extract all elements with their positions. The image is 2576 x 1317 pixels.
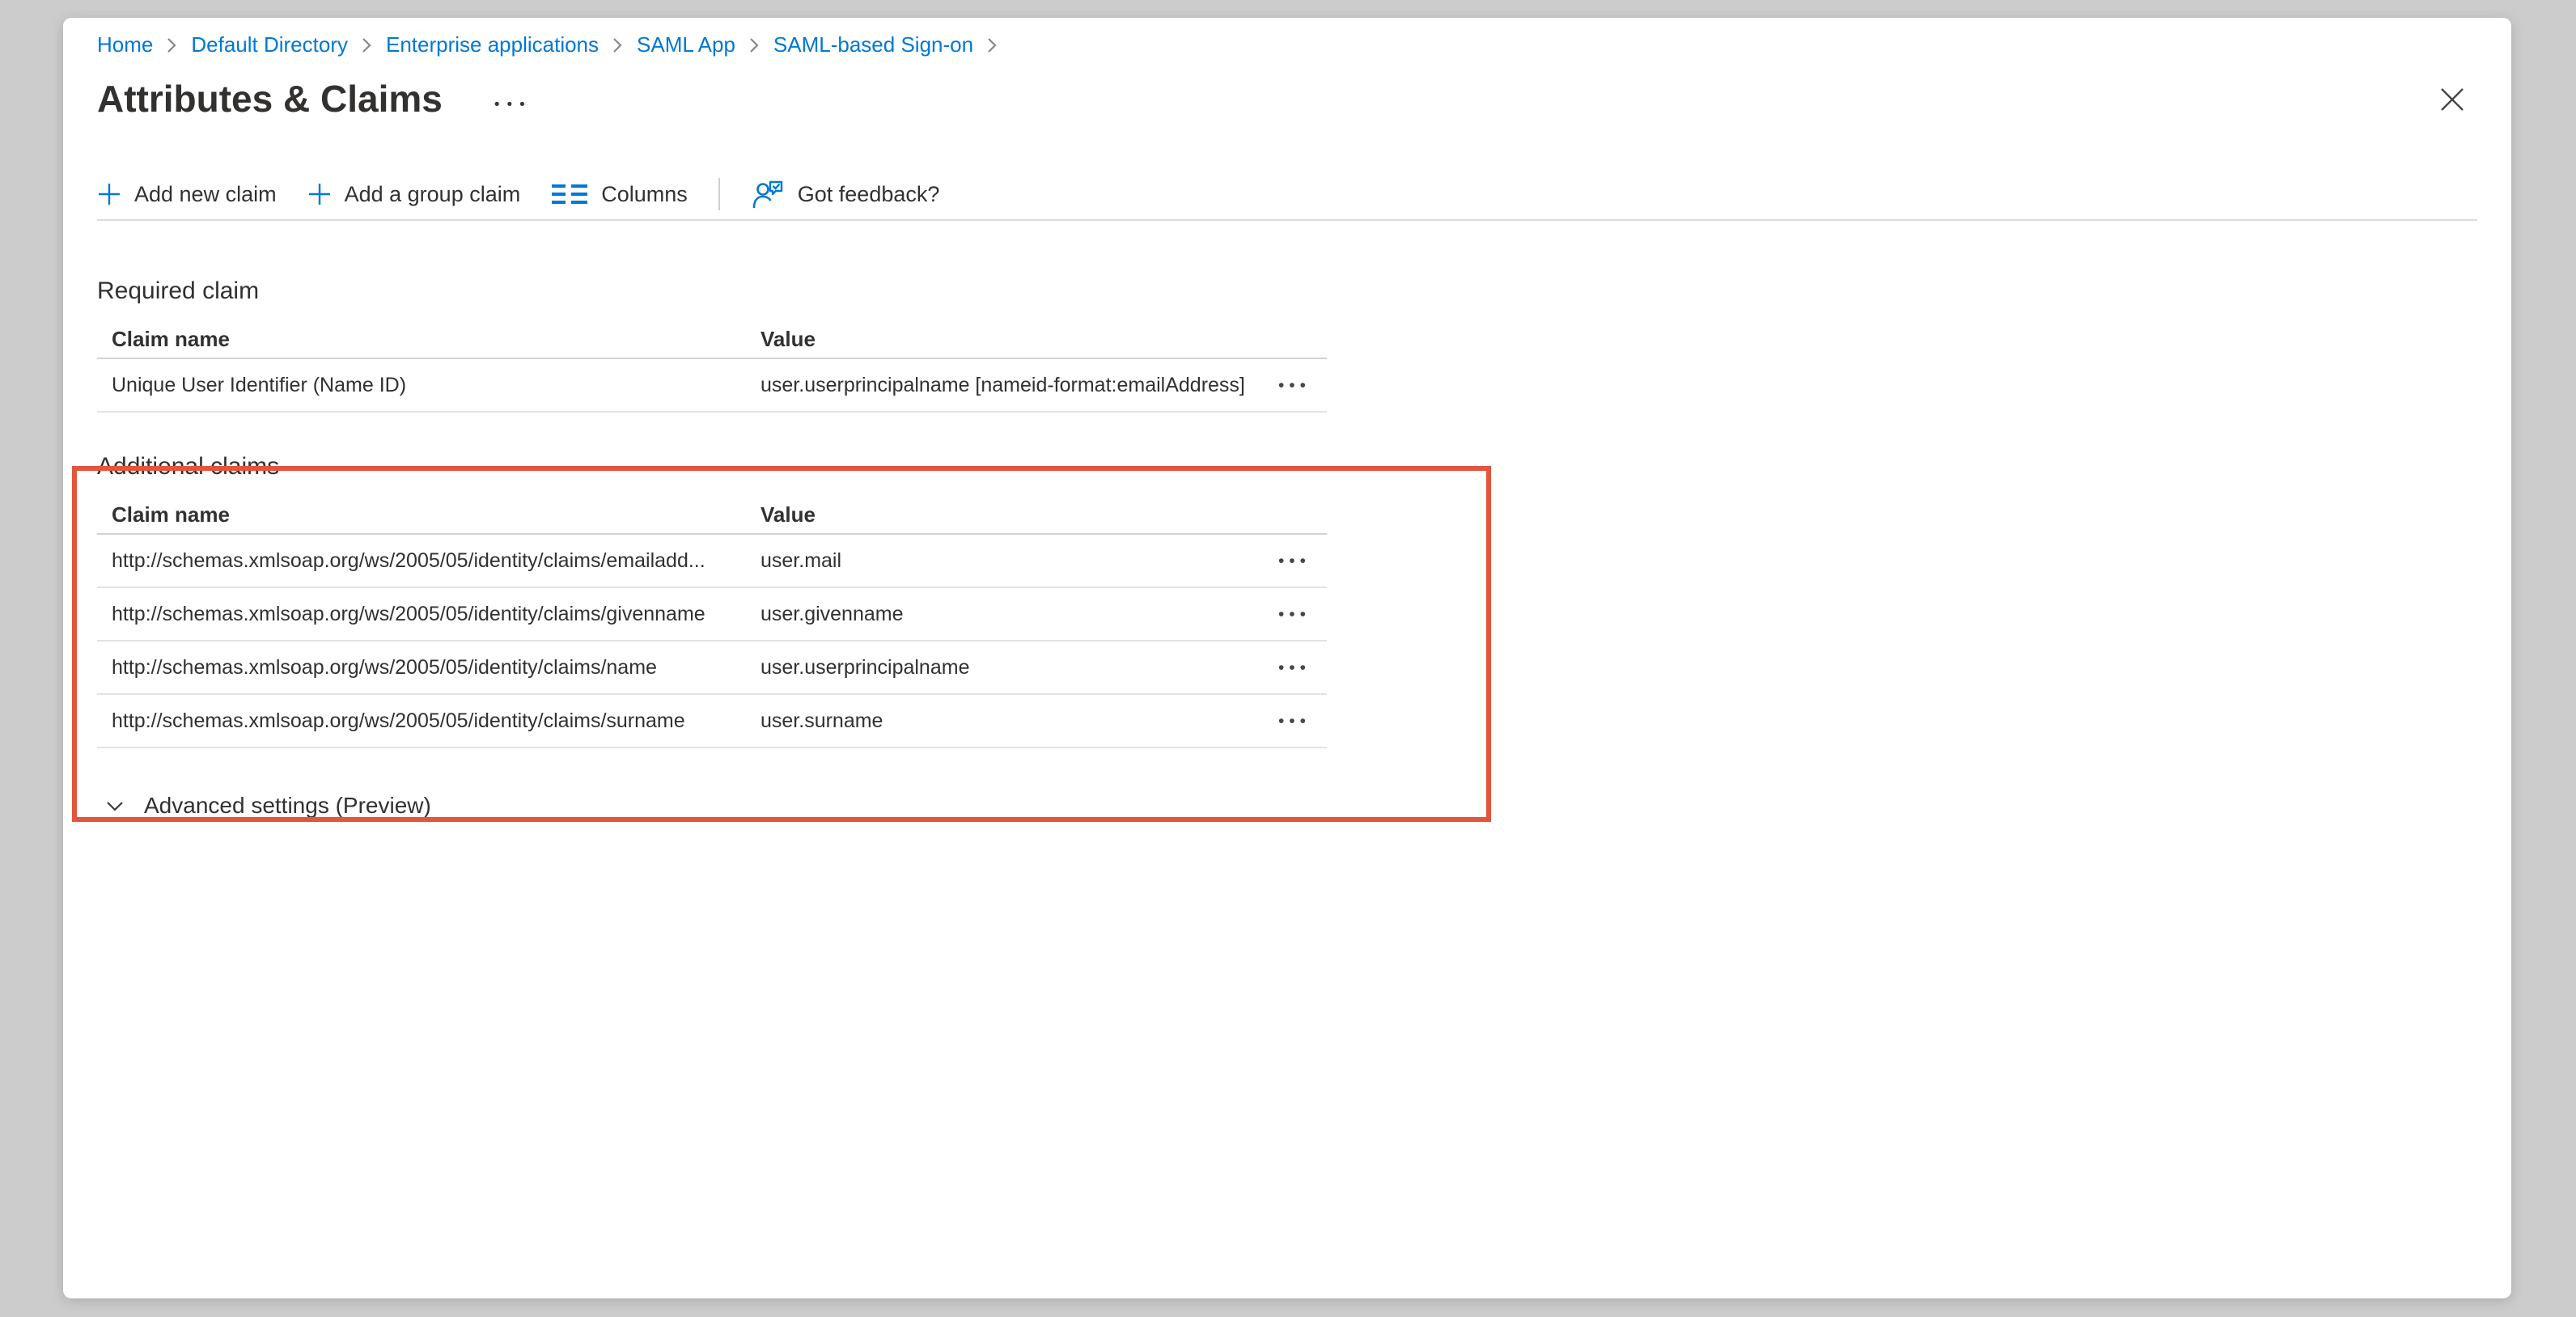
claim-value-cell: user.mail [761, 549, 1262, 573]
plus-icon [307, 182, 332, 206]
toolbar-rule [97, 219, 2477, 221]
table-row[interactable]: http://schemas.xmlsoap.org/ws/2005/05/id… [97, 642, 1327, 695]
breadcrumb-enterprise-applications[interactable]: Enterprise applications [386, 32, 599, 57]
add-group-claim-button[interactable]: Add a group claim [307, 182, 521, 207]
desktop-background: { "breadcrumb": { "items": ["Home", "Def… [0, 0, 2576, 1317]
columns-button[interactable]: Columns [551, 182, 688, 207]
add-new-claim-label: Add new claim [134, 182, 277, 207]
breadcrumb: Home Default Directory Enterprise applic… [97, 18, 2477, 57]
chevron-right-icon [166, 35, 178, 56]
claim-value-cell: user.userprincipalname [nameid-format:em… [761, 374, 1262, 397]
value-column-header: Value [761, 327, 1262, 352]
value-column-header: Value [761, 502, 1262, 527]
claim-value-cell: user.surname [761, 709, 1262, 733]
breadcrumb-home[interactable]: Home [97, 32, 153, 57]
claim-name-cell: http://schemas.xmlsoap.org/ws/2005/05/id… [97, 709, 761, 733]
table-row[interactable]: Unique User Identifier (Name ID) user.us… [97, 359, 1327, 413]
command-bar: Add new claim Add a group claim [97, 172, 2477, 216]
claim-name-cell: http://schemas.xmlsoap.org/ws/2005/05/id… [97, 656, 761, 680]
add-group-claim-label: Add a group claim [345, 182, 521, 207]
claim-name-cell: Unique User Identifier (Name ID) [97, 374, 761, 397]
required-claim-heading: Required claim [97, 276, 2477, 307]
claim-name-cell: http://schemas.xmlsoap.org/ws/2005/05/id… [97, 549, 761, 573]
table-header-row: Claim name Value [97, 327, 1327, 359]
table-row[interactable]: http://schemas.xmlsoap.org/ws/2005/05/id… [97, 535, 1327, 588]
columns-label: Columns [601, 182, 688, 207]
breadcrumb-default-directory[interactable]: Default Directory [191, 32, 348, 57]
additional-claims-heading: Additional claims [97, 451, 2477, 482]
claim-value-cell: user.userprincipalname [761, 656, 1262, 680]
chevron-right-icon [748, 35, 761, 56]
required-claim-table: Claim name Value Unique User Identifier … [97, 327, 1327, 413]
chevron-right-icon [361, 35, 373, 56]
feedback-icon [751, 177, 785, 211]
got-feedback-label: Got feedback? [798, 182, 940, 207]
claim-value-cell: user.givenname [761, 603, 1262, 626]
page-title: Attributes & Claims [97, 76, 443, 121]
row-more-button[interactable]: ••• [1275, 551, 1314, 571]
breadcrumb-saml-app[interactable]: SAML App [637, 32, 735, 57]
chevron-right-icon [612, 35, 624, 56]
chevron-down-icon [104, 794, 126, 817]
got-feedback-button[interactable]: Got feedback? [751, 177, 940, 211]
advanced-settings-toggle[interactable]: Advanced settings (Preview) [97, 790, 431, 822]
row-more-button[interactable]: ••• [1275, 658, 1314, 678]
toolbar-divider [718, 178, 720, 210]
additional-claims-section: Additional claims Claim name Value http:… [97, 451, 2477, 748]
breadcrumb-saml-based-sign-on[interactable]: SAML-based Sign-on [773, 32, 973, 57]
claim-name-cell: http://schemas.xmlsoap.org/ws/2005/05/id… [97, 603, 761, 626]
advanced-settings-label: Advanced settings (Preview) [144, 793, 431, 819]
add-new-claim-button[interactable]: Add new claim [97, 182, 277, 207]
close-icon [2438, 85, 2467, 114]
claim-name-column-header: Claim name [97, 327, 761, 352]
additional-claims-table: Claim name Value http://schemas.xmlsoap.… [97, 502, 1327, 748]
chevron-right-icon [986, 35, 998, 56]
claim-name-column-header: Claim name [97, 502, 761, 527]
row-more-button[interactable]: ••• [1275, 375, 1314, 396]
attributes-claims-panel: Home Default Directory Enterprise applic… [63, 18, 2511, 1298]
row-more-button[interactable]: ••• [1275, 604, 1314, 625]
more-options-button[interactable]: ••• [489, 97, 537, 112]
title-row: Attributes & Claims ••• [97, 76, 2477, 121]
table-header-row: Claim name Value [97, 502, 1327, 535]
close-button[interactable] [2434, 81, 2471, 118]
row-more-button[interactable]: ••• [1275, 711, 1314, 731]
plus-icon [97, 182, 121, 206]
table-row[interactable]: http://schemas.xmlsoap.org/ws/2005/05/id… [97, 588, 1327, 642]
table-row[interactable]: http://schemas.xmlsoap.org/ws/2005/05/id… [97, 695, 1327, 748]
columns-icon [551, 182, 588, 206]
